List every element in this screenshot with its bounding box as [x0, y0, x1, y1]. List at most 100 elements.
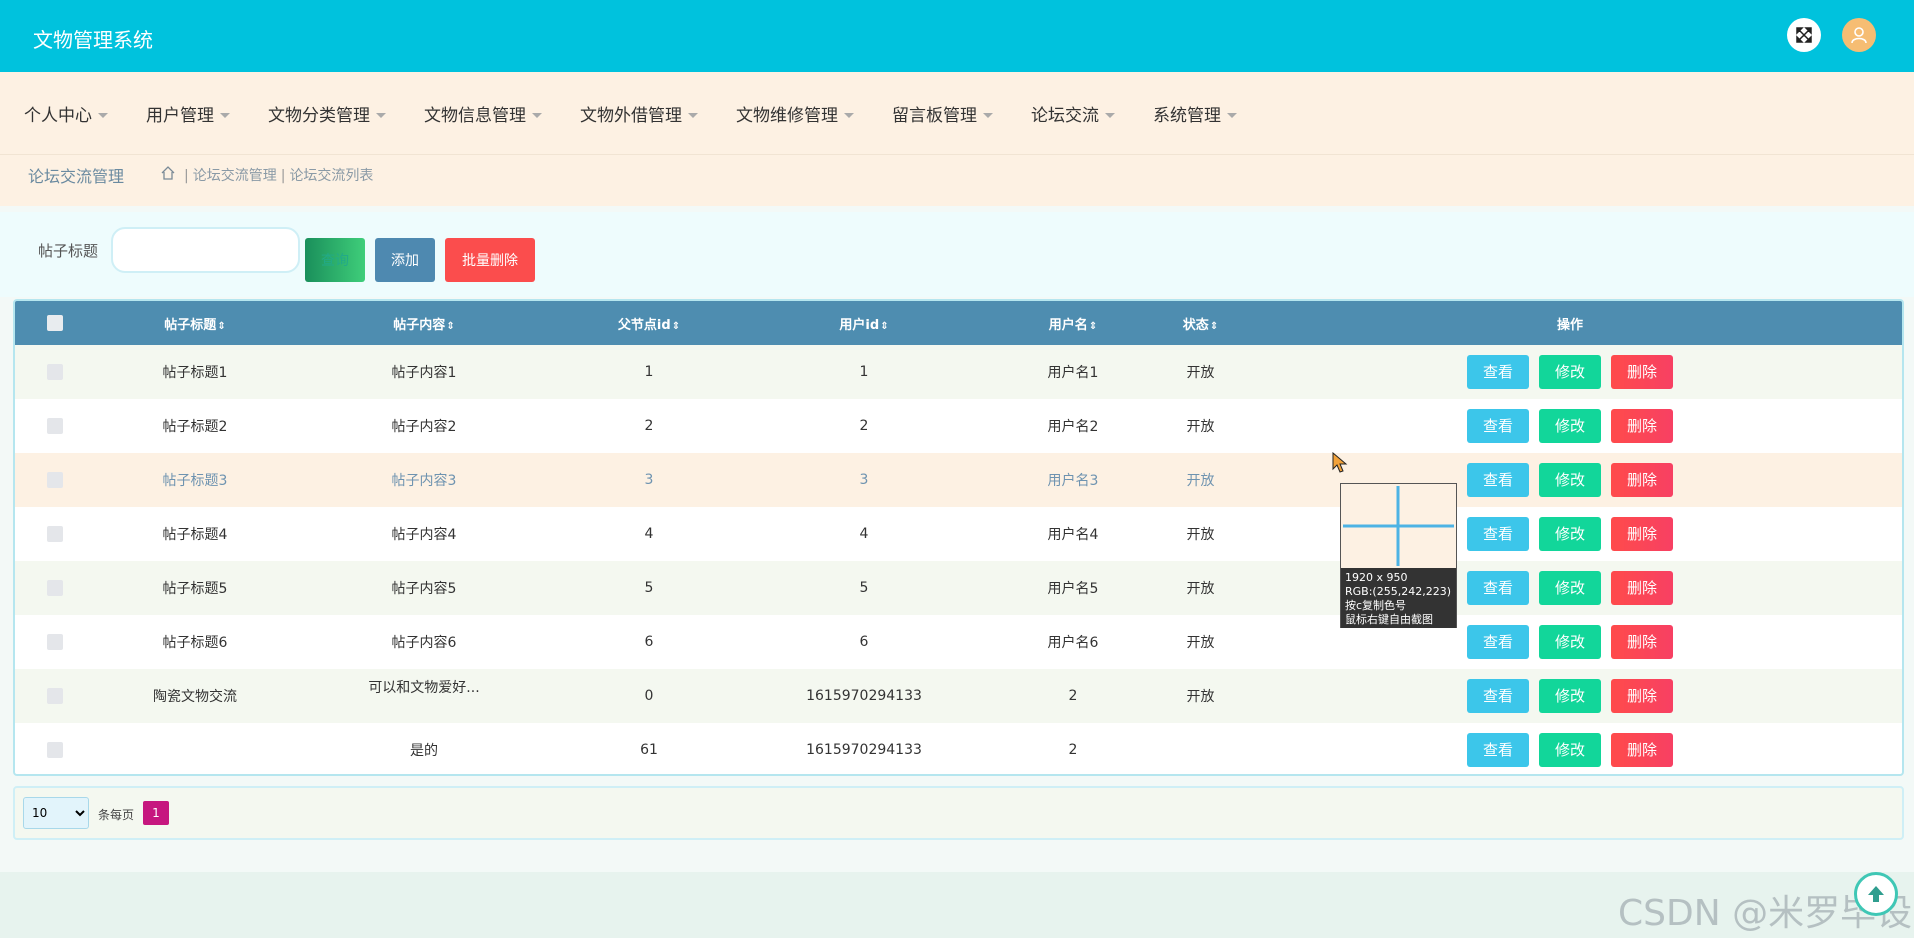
row-checkbox[interactable]	[47, 364, 63, 380]
nav-label: 论坛交流	[1031, 105, 1099, 126]
edit-button[interactable]: 修改	[1539, 679, 1601, 713]
nav-item-relic-info[interactable]: 文物信息管理	[424, 101, 542, 126]
delete-button[interactable]: 删除	[1611, 733, 1673, 767]
nav-item-personal-center[interactable]: 个人中心	[24, 101, 108, 126]
nav-item-relic-category[interactable]: 文物分类管理	[268, 101, 386, 126]
nav-label: 文物信息管理	[424, 105, 526, 126]
nav-item-relic-loan[interactable]: 文物外借管理	[580, 101, 698, 126]
cell-content: 帖子内容2	[391, 419, 457, 435]
view-button[interactable]: 查看	[1467, 355, 1529, 389]
cell-user-id: 6	[859, 634, 869, 650]
view-button[interactable]: 查看	[1467, 409, 1529, 443]
row-checkbox[interactable]	[47, 742, 63, 758]
breadcrumb-item[interactable]: 论坛交流列表	[289, 168, 373, 184]
table-row: 陶瓷文物交流 可以和文物爱好... 0 1615970294133 2 开放 查…	[15, 669, 1902, 723]
delete-button[interactable]: 删除	[1611, 571, 1673, 605]
col-user-id[interactable]: 用户id⇕	[745, 301, 983, 345]
breadcrumb-item[interactable]: 论坛交流管理	[193, 168, 277, 184]
cell-content: 是的	[410, 743, 438, 759]
mouse-cursor-icon	[1332, 452, 1348, 473]
nav-label: 留言板管理	[892, 105, 977, 126]
cell-actions: 查看 修改 删除	[1238, 723, 1902, 774]
title-search-input[interactable]	[111, 227, 300, 273]
batch-delete-button[interactable]: 批量删除	[445, 238, 535, 282]
picker-hint-capture: 鼠标右键自由截图	[1345, 613, 1433, 626]
sort-icon: ⇕	[880, 320, 889, 332]
table-row: 帖子标题6 帖子内容6 6 6 用户名6 开放 查看 修改 删除	[15, 615, 1902, 669]
row-checkbox[interactable]	[47, 580, 63, 596]
row-checkbox[interactable]	[47, 688, 63, 704]
select-all-cell[interactable]	[15, 301, 95, 345]
col-title[interactable]: 帖子标题⇕	[95, 301, 295, 345]
scroll-top-button[interactable]	[1854, 872, 1898, 916]
view-button[interactable]: 查看	[1467, 463, 1529, 497]
cell-title: 帖子标题2	[162, 419, 228, 435]
row-checkbox[interactable]	[47, 634, 63, 650]
view-button[interactable]: 查看	[1467, 571, 1529, 605]
color-picker-info: 1920 x 950 RGB:(255,242,223) 按c复制色号 鼠标右键…	[1341, 568, 1456, 628]
avatar-button[interactable]	[1842, 18, 1876, 52]
nav-item-relic-repair[interactable]: 文物维修管理	[736, 101, 854, 126]
nav-item-message-board[interactable]: 留言板管理	[892, 101, 993, 126]
edit-button[interactable]: 修改	[1539, 571, 1601, 605]
cell-status: 开放	[1186, 635, 1215, 651]
cell-status: 开放	[1186, 419, 1215, 435]
delete-button[interactable]: 删除	[1611, 517, 1673, 551]
cell-content: 帖子内容4	[391, 527, 457, 543]
col-parent-id[interactable]: 父节点id⇕	[553, 301, 745, 345]
home-icon[interactable]	[160, 165, 176, 185]
edit-button[interactable]: 修改	[1539, 355, 1601, 389]
edit-button[interactable]: 修改	[1539, 733, 1601, 767]
row-checkbox[interactable]	[47, 418, 63, 434]
forum-table: 帖子标题⇕ 帖子内容⇕ 父节点id⇕ 用户id⇕ 用户名⇕ 状态⇕ 操作 帖子标…	[13, 299, 1904, 776]
cell-title: 帖子标题4	[162, 527, 228, 543]
delete-button[interactable]: 删除	[1611, 463, 1673, 497]
page-size-label: 条每页	[98, 808, 135, 822]
nav-item-user-management[interactable]: 用户管理	[146, 101, 230, 126]
caret-down-icon	[844, 113, 854, 118]
fullscreen-button[interactable]	[1787, 18, 1821, 52]
select-all-checkbox[interactable]	[47, 315, 63, 331]
sort-icon: ⇕	[1209, 320, 1219, 332]
row-checkbox[interactable]	[47, 472, 63, 488]
cell-status: 开放	[1186, 473, 1215, 489]
edit-button[interactable]: 修改	[1539, 409, 1601, 443]
delete-button[interactable]: 删除	[1611, 355, 1673, 389]
delete-button[interactable]: 删除	[1611, 625, 1673, 659]
view-button[interactable]: 查看	[1467, 625, 1529, 659]
view-button[interactable]: 查看	[1467, 733, 1529, 767]
page-title: 论坛交流管理	[28, 167, 125, 186]
breadcrumb: | 论坛交流管理 | 论坛交流列表	[184, 168, 374, 184]
cell-user-id: 1	[859, 364, 869, 380]
delete-button[interactable]: 删除	[1611, 409, 1673, 443]
nav-label: 文物外借管理	[580, 105, 682, 126]
col-content[interactable]: 帖子内容⇕	[295, 301, 553, 345]
caret-down-icon	[1105, 113, 1115, 118]
sort-icon: ⇕	[217, 320, 226, 332]
cell-actions: 查看 修改 删除	[1238, 561, 1902, 615]
caret-down-icon	[688, 113, 698, 118]
nav-item-system[interactable]: 系统管理	[1153, 101, 1237, 126]
col-username[interactable]: 用户名⇕	[983, 301, 1163, 345]
sort-icon: ⇕	[671, 320, 681, 332]
cell-parent-id: 4	[644, 526, 654, 542]
page-size-select[interactable]: 10	[23, 797, 89, 829]
page-number-current[interactable]: 1	[143, 801, 169, 825]
col-status[interactable]: 状态⇕	[1163, 301, 1238, 345]
view-button[interactable]: 查看	[1467, 517, 1529, 551]
table-row: 帖子标题1 帖子内容1 1 1 用户名1 开放 查看 修改 删除	[15, 345, 1902, 399]
table-row: 是的 61 1615970294133 2 查看 修改 删除	[15, 723, 1902, 774]
add-button[interactable]: 添加	[375, 238, 435, 282]
nav-label: 用户管理	[146, 105, 214, 126]
view-button[interactable]: 查看	[1467, 679, 1529, 713]
cell-actions: 查看 修改 删除	[1238, 669, 1902, 723]
edit-button[interactable]: 修改	[1539, 625, 1601, 659]
delete-button[interactable]: 删除	[1611, 679, 1673, 713]
edit-button[interactable]: 修改	[1539, 517, 1601, 551]
row-checkbox[interactable]	[47, 526, 63, 542]
search-button[interactable]: 查询	[305, 238, 365, 282]
crosshair-icon	[1341, 484, 1456, 568]
edit-button[interactable]: 修改	[1539, 463, 1601, 497]
cell-username: 用户名1	[1047, 365, 1099, 381]
nav-item-forum[interactable]: 论坛交流	[1031, 101, 1115, 126]
